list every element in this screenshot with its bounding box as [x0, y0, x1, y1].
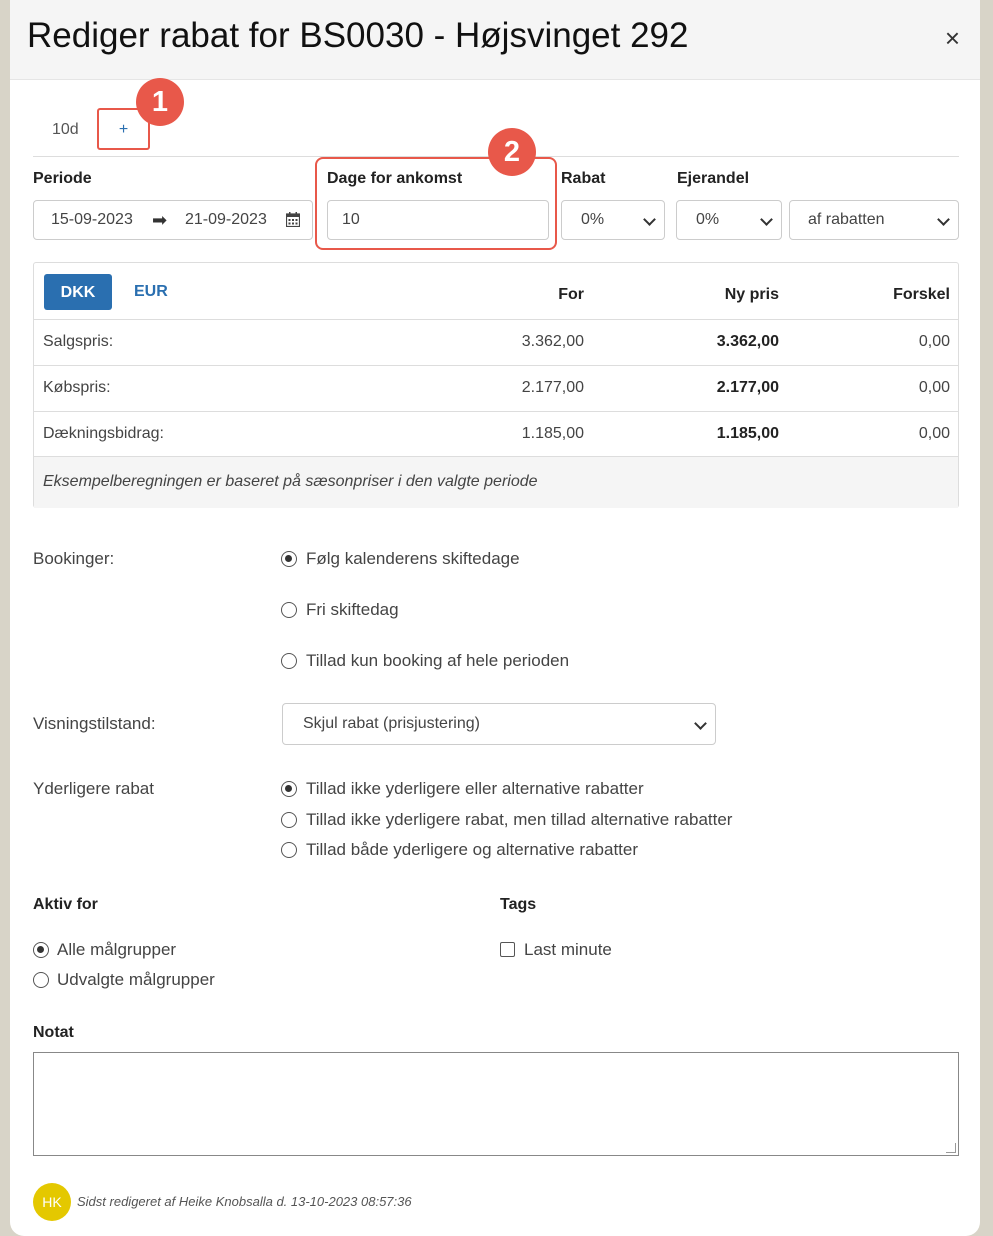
row-label: Købspris:: [43, 379, 111, 396]
bookings-option-label[interactable]: Følg kalenderens skiftedage: [306, 549, 520, 569]
close-button[interactable]: ×: [941, 24, 964, 52]
days-before-value: 10: [342, 211, 360, 228]
table-footnote: Eksempelberegningen er baseret på sæsonp…: [34, 456, 958, 508]
cell-before: 3.362,00: [521, 333, 584, 350]
currency-eur-button[interactable]: EUR: [134, 274, 178, 310]
edit-discount-dialog: Rediger rabat for BS0030 - Højsvinget 29…: [10, 0, 980, 1236]
additional-discount-radio-both[interactable]: [281, 842, 297, 858]
period-range-input[interactable]: 15-09-2023 ➡ 21-09-2023: [33, 200, 313, 240]
ownership-basis-value: af rabatten: [808, 211, 885, 228]
cell-difference: 0,00: [918, 379, 950, 396]
tags-label: Tags: [500, 896, 537, 913]
additional-discount-radio-alternative[interactable]: [281, 812, 297, 828]
row-label: Salgspris:: [43, 333, 114, 350]
ownership-value: 0%: [696, 211, 720, 228]
additional-discount-option-label[interactable]: Tillad både yderligere og alternative ra…: [306, 840, 638, 860]
note-label: Notat: [33, 1024, 74, 1041]
bookings-option-label[interactable]: Tillad kun booking af hele perioden: [306, 651, 569, 671]
active-for-option-label[interactable]: Udvalgte målgrupper: [57, 970, 215, 990]
row-label: Dækningsbidrag:: [43, 425, 164, 442]
discount-value: 0%: [581, 211, 605, 228]
active-for-label: Aktiv for: [33, 896, 98, 913]
cell-difference: 0,00: [918, 333, 950, 350]
resize-handle-icon[interactable]: [946, 1143, 956, 1153]
additional-discount-radio-none[interactable]: [281, 781, 297, 797]
display-mode-select[interactable]: Skjul rabat (prisjustering): [282, 703, 716, 745]
cell-difference: 0,00: [918, 425, 950, 442]
cell-before: 2.177,00: [521, 379, 584, 396]
bookings-option-label[interactable]: Fri skiftedag: [306, 600, 399, 620]
days-before-input[interactable]: 10: [327, 200, 549, 240]
table-row: Købspris: 2.177,00 2.177,00 0,00: [34, 365, 958, 411]
display-mode-value: Skjul rabat (prisjustering): [303, 715, 480, 732]
additional-discount-label: Yderligere rabat: [33, 779, 154, 798]
bookings-radio-whole-period[interactable]: [281, 653, 297, 669]
avatar: HK: [33, 1183, 71, 1221]
bookings-radio-free[interactable]: [281, 602, 297, 618]
chevron-down-icon: [694, 717, 707, 730]
period-label: Periode: [33, 170, 92, 187]
chevron-down-icon: [760, 213, 773, 226]
price-comparison-table: DKK EUR For Ny pris Forskel Salgspris: 3…: [33, 262, 959, 508]
tag-last-minute-label[interactable]: Last minute: [524, 940, 612, 960]
annotation-badge-2: 2: [488, 128, 536, 176]
active-for-option-label[interactable]: Alle målgrupper: [57, 940, 176, 960]
table-row: Dækningsbidrag: 1.185,00 1.185,00 0,00: [34, 411, 958, 457]
col-header-difference: Forskel: [893, 286, 950, 303]
discount-select[interactable]: 0%: [561, 200, 665, 240]
dialog-header: Rediger rabat for BS0030 - Højsvinget 29…: [10, 0, 980, 80]
cell-before: 1.185,00: [521, 425, 584, 442]
active-for-radio-all[interactable]: [33, 942, 49, 958]
period-from: 15-09-2023: [51, 211, 133, 228]
currency-dkk-button[interactable]: DKK: [44, 274, 112, 310]
dialog-title: Rediger rabat for BS0030 - Højsvinget 29…: [27, 16, 689, 55]
discount-label: Rabat: [561, 170, 606, 187]
cell-new-price: 2.177,00: [716, 379, 779, 396]
cell-new-price: 3.362,00: [716, 333, 779, 350]
active-for-radio-selected[interactable]: [33, 972, 49, 988]
display-mode-label: Visningstilstand:: [33, 714, 156, 733]
table-row: Salgspris: 3.362,00 3.362,00 0,00: [34, 319, 958, 365]
arrow-right-icon: ➡: [152, 210, 168, 230]
ownership-label: Ejerandel: [677, 170, 750, 187]
col-header-new-price: Ny pris: [724, 286, 779, 303]
calendar-icon[interactable]: [286, 212, 300, 227]
ownership-select[interactable]: 0%: [676, 200, 782, 240]
cell-new-price: 1.185,00: [716, 425, 779, 442]
chevron-down-icon: [937, 213, 950, 226]
col-header-before: For: [558, 286, 584, 303]
bookings-radio-calendar[interactable]: [281, 551, 297, 567]
note-textarea[interactable]: [33, 1052, 959, 1156]
additional-discount-option-label[interactable]: Tillad ikke yderligere rabat, men tillad…: [306, 810, 732, 830]
tag-last-minute-checkbox[interactable]: [500, 942, 515, 957]
last-edited-text: Sidst redigeret af Heike Knobsalla d. 13…: [77, 1194, 412, 1209]
chevron-down-icon: [643, 213, 656, 226]
days-before-label: Dage for ankomst: [327, 170, 463, 187]
additional-discount-option-label[interactable]: Tillad ikke yderligere eller alternative…: [306, 779, 644, 799]
ownership-basis-select[interactable]: af rabatten: [789, 200, 959, 240]
period-to: 21-09-2023: [185, 211, 267, 228]
annotation-badge-1: 1: [136, 78, 184, 126]
tab-10d[interactable]: 10d: [52, 121, 79, 139]
bookings-label: Bookinger:: [33, 549, 115, 568]
